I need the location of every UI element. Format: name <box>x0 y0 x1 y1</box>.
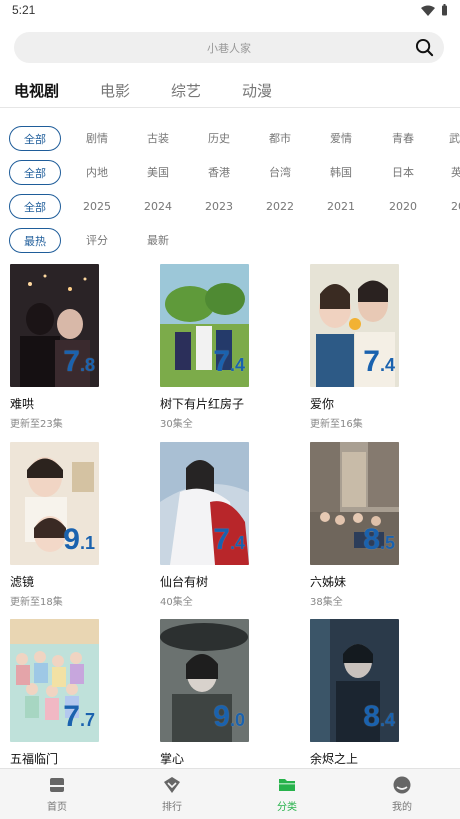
region-chip[interactable]: 韩国 <box>324 160 358 185</box>
year-chip[interactable]: 2024 <box>139 194 177 219</box>
genre-chip[interactable]: 都市 <box>263 126 297 151</box>
sort-chip-latest[interactable]: 最新 <box>141 228 175 253</box>
rating-badge: 9.0 <box>213 700 245 733</box>
card-title: 仙台有树 <box>160 575 209 589</box>
rating-badge: 8.4 <box>363 700 395 733</box>
year-chip-all[interactable]: 全部 <box>9 194 61 219</box>
rating-badge: 7.4 <box>213 523 245 556</box>
episode-status: 38集全 <box>310 597 343 608</box>
media-card[interactable]: 7.4 仙台有树 40集全 <box>160 442 300 612</box>
sort-filter-row: 最热 评分 最新 <box>0 228 460 254</box>
region-chip[interactable]: 美国 <box>141 160 175 185</box>
genre-chip[interactable]: 爱情 <box>324 126 358 151</box>
category-tabs: 电视剧 电影 综艺 动漫 <box>0 72 460 108</box>
year-chip[interactable]: 2025 <box>78 194 116 219</box>
rating-badge: 9.1 <box>63 523 95 556</box>
card-title: 掌心 <box>160 752 185 766</box>
media-card[interactable]: 9.0 掌心 <box>160 619 300 789</box>
media-card[interactable]: 7.4 爱你 更新至16集 <box>310 264 450 434</box>
poster-image[interactable]: 7.7 <box>10 619 99 742</box>
region-chip[interactable]: 日本 <box>386 160 420 185</box>
nav-ranking-label: 排行 <box>162 802 182 813</box>
status-bar: 5:21 <box>0 0 460 24</box>
card-title: 难哄 <box>10 397 35 411</box>
genre-chip[interactable]: 古装 <box>141 126 175 151</box>
year-chip[interactable]: 20 <box>451 194 460 219</box>
media-card[interactable]: 8.5 六姊妹 38集全 <box>310 442 450 612</box>
year-chip[interactable]: 2022 <box>261 194 299 219</box>
media-card[interactable]: 7.8 难哄 更新至23集 <box>10 264 150 434</box>
rating-badge: 7.8 <box>63 345 95 378</box>
nav-profile[interactable]: 我的 <box>372 775 432 813</box>
region-chip[interactable]: 内地 <box>80 160 114 185</box>
poster-image[interactable]: 9.0 <box>160 619 249 742</box>
tab-tv-series[interactable]: 电视剧 <box>14 80 59 101</box>
status-time: 5:21 <box>12 3 36 17</box>
search-icon[interactable] <box>415 38 434 57</box>
year-filter-row: 全部 2025 2024 2023 2022 2021 2020 20 <box>0 194 460 220</box>
tab-anime[interactable]: 动漫 <box>242 80 272 101</box>
home-icon <box>50 778 64 792</box>
nav-home[interactable]: 首页 <box>27 775 87 813</box>
region-chip[interactable]: 英 <box>451 160 460 185</box>
nav-profile-label: 我的 <box>392 802 412 813</box>
poster-image[interactable]: 8.5 <box>310 442 399 565</box>
sort-chip-hot[interactable]: 最热 <box>9 228 61 253</box>
poster-image[interactable]: 9.1 <box>10 442 99 565</box>
genre-chip[interactable]: 青春 <box>386 126 420 151</box>
poster-image[interactable]: 7.4 <box>310 264 399 387</box>
card-title: 六姊妹 <box>310 575 347 589</box>
status-icons <box>421 4 448 16</box>
episode-status: 更新至23集 <box>10 419 63 430</box>
poster-image[interactable]: 7.4 <box>160 264 249 387</box>
nav-category-label: 分类 <box>277 802 297 813</box>
rating-badge: 7.4 <box>363 345 395 378</box>
poster-image[interactable]: 7.4 <box>160 442 249 565</box>
episode-status: 40集全 <box>160 597 193 608</box>
episode-status: 更新至18集 <box>10 597 63 608</box>
tab-movies[interactable]: 电影 <box>100 80 130 101</box>
rating-badge: 7.7 <box>63 700 95 733</box>
region-chip[interactable]: 香港 <box>202 160 236 185</box>
bottom-nav: 首页 排行 分类 我的 <box>0 768 460 819</box>
folder-icon <box>279 779 295 791</box>
genre-chip-all[interactable]: 全部 <box>9 126 61 151</box>
genre-chip[interactable]: 武 <box>449 126 460 151</box>
card-title: 爱你 <box>310 397 335 411</box>
rating-badge: 7.4 <box>213 345 245 378</box>
year-chip[interactable]: 2023 <box>200 194 238 219</box>
poster-image[interactable]: 8.4 <box>310 619 399 742</box>
ranking-icon <box>164 777 180 793</box>
wifi-icon <box>421 5 435 16</box>
episode-status: 30集全 <box>160 419 193 430</box>
card-title: 滤镜 <box>10 575 35 589</box>
search-input[interactable]: 小巷人家 <box>14 40 444 56</box>
poster-image[interactable]: 7.8 <box>10 264 99 387</box>
media-card[interactable]: 8.4 余烬之上 <box>310 619 450 789</box>
search-bar[interactable]: 小巷人家 <box>14 32 444 63</box>
nav-home-label: 首页 <box>47 802 67 813</box>
tab-variety[interactable]: 综艺 <box>171 80 201 101</box>
episode-status: 更新至16集 <box>310 419 363 430</box>
battery-icon <box>442 4 447 16</box>
year-chip[interactable]: 2021 <box>322 194 360 219</box>
card-title: 余烬之上 <box>310 752 359 766</box>
genre-chip[interactable]: 历史 <box>202 126 236 151</box>
nav-category[interactable]: 分类 <box>257 775 317 813</box>
region-chip-all[interactable]: 全部 <box>9 160 61 185</box>
sort-chip-rating[interactable]: 评分 <box>80 228 114 253</box>
card-title: 五福临门 <box>10 752 59 766</box>
genre-filter-row: 全部 剧情 古装 历史 都市 爱情 青春 武 <box>0 126 460 152</box>
media-card[interactable]: 7.7 五福临门 <box>10 619 150 789</box>
media-card[interactable]: 7.4 树下有片红房子 30集全 <box>160 264 300 434</box>
region-chip[interactable]: 台湾 <box>263 160 297 185</box>
nav-ranking[interactable]: 排行 <box>142 775 202 813</box>
region-filter-row: 全部 内地 美国 香港 台湾 韩国 日本 英 <box>0 160 460 186</box>
media-card[interactable]: 9.1 滤镜 更新至18集 <box>10 442 150 612</box>
card-title: 树下有片红房子 <box>160 397 245 411</box>
year-chip[interactable]: 2020 <box>384 194 422 219</box>
profile-icon <box>393 776 411 794</box>
rating-badge: 8.5 <box>363 523 395 556</box>
genre-chip[interactable]: 剧情 <box>80 126 114 151</box>
